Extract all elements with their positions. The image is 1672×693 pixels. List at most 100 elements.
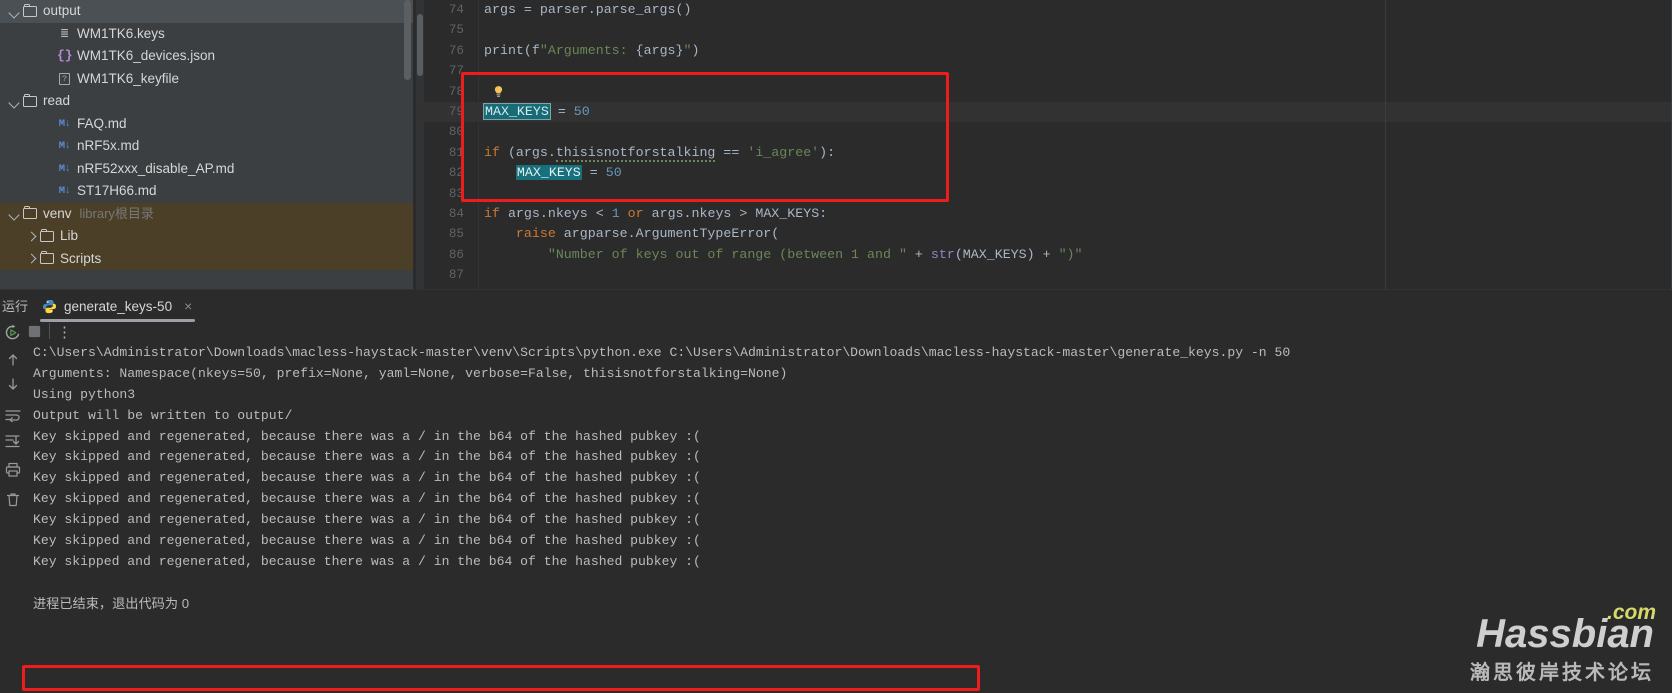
tree-item-label: Lib bbox=[60, 228, 79, 243]
line-number: 87 bbox=[448, 268, 464, 283]
line-number: 75 bbox=[448, 23, 464, 38]
markdown-file-icon: M↓ bbox=[58, 185, 71, 197]
tree-item-nrf52xxx-disable-ap-md[interactable]: M↓ nRF52xxx_disable_AP.md bbox=[0, 158, 413, 181]
tree-item-note: library根目录 bbox=[79, 205, 154, 221]
python-icon bbox=[42, 299, 57, 314]
line-number: 83 bbox=[448, 186, 464, 201]
folder-icon bbox=[23, 206, 37, 220]
console-line: Arguments: Namespace(nkeys=50, prefix=No… bbox=[33, 365, 788, 381]
code-line-86[interactable]: 86 "Number of keys out of range (between… bbox=[416, 245, 1672, 265]
line-code: print(f"Arguments: {args}") bbox=[484, 42, 700, 58]
chevron-down-icon[interactable] bbox=[8, 5, 21, 18]
console-line: C:\Users\Administrator\Downloads\macless… bbox=[33, 345, 1291, 360]
project-tree-rows: output ≣ WM1TK6.keys {} WM1TK6_devices.json?… bbox=[0, 0, 413, 270]
lightbulb-icon[interactable] bbox=[492, 85, 505, 98]
console-line: Key skipped and regenerated, because the… bbox=[33, 428, 701, 444]
soft-wrap-icon[interactable] bbox=[4, 406, 22, 424]
chevron-right-icon[interactable] bbox=[25, 230, 38, 243]
tree-item-wm1tk6-keys[interactable]: ≣ WM1TK6.keys bbox=[0, 23, 413, 46]
project-tree-scrollbar[interactable] bbox=[404, 0, 411, 80]
markdown-file-icon: M↓ bbox=[58, 117, 71, 130]
code-line-87[interactable]: 87 bbox=[416, 265, 1672, 285]
rerun-icon[interactable] bbox=[4, 324, 21, 341]
run-tab-generate-keys[interactable]: generate_keys-50 × bbox=[36, 292, 200, 320]
folder-icon bbox=[40, 228, 54, 242]
print-icon[interactable] bbox=[4, 461, 22, 479]
editor-split-area: output ≣ WM1TK6.keys {} WM1TK6_devices.json?… bbox=[0, 0, 1672, 289]
run-toolbar: ⋮ bbox=[0, 321, 1672, 343]
code-lines: 74 args = parser.parse_args() 75 76 print(f"… bbox=[416, 0, 1672, 285]
tree-item-label: WM1TK6_devices.json bbox=[77, 48, 216, 63]
tree-item-label: Scripts bbox=[60, 250, 102, 266]
scroll-to-end-icon[interactable] bbox=[4, 432, 22, 450]
line-code: "Number of keys out of range (between 1 … bbox=[547, 246, 1083, 262]
code-line-83[interactable]: 83 bbox=[416, 184, 1672, 204]
markdown-file-icon: M↓ bbox=[58, 162, 71, 175]
trash-icon[interactable] bbox=[4, 491, 22, 509]
tree-item-st17h66-md[interactable]: M↓ ST17H66.md bbox=[0, 180, 413, 203]
code-line-77[interactable]: 77 bbox=[416, 61, 1672, 81]
chevron-down-icon[interactable] bbox=[8, 207, 21, 220]
tree-item-wm1tk6-keyfile[interactable]: ? WM1TK6_keyfile bbox=[0, 68, 413, 91]
identifier-max-keys: MAX_KEYS bbox=[515, 165, 582, 181]
console-line: Key skipped and regenerated, because the… bbox=[33, 449, 701, 465]
code-line-79[interactable]: 79 MAX_KEYS = 50 bbox=[416, 101, 1672, 123]
code-line-76[interactable]: 76 print(f"Arguments: {args}") bbox=[416, 41, 1672, 61]
tree-item-label: read bbox=[43, 93, 71, 108]
tree-item-label: nRF52xxx_disable_AP.md bbox=[77, 160, 235, 176]
folder-icon bbox=[23, 3, 37, 17]
line-code: MAX_KEYS = 50 bbox=[515, 165, 622, 181]
horizontal-splitter[interactable] bbox=[0, 289, 1672, 290]
folder-icon bbox=[40, 251, 54, 265]
tree-item-read[interactable]: read bbox=[0, 90, 413, 113]
tree-item-label: WM1TK6.keys bbox=[77, 25, 165, 41]
chevron-down-icon[interactable] bbox=[8, 95, 21, 108]
console-lines: C:\Users\Administrator\Downloads\macless… bbox=[26, 343, 1672, 615]
code-line-85[interactable]: 85 raise argparse.ArgumentTypeError( bbox=[416, 224, 1672, 244]
code-line-78[interactable]: 78 bbox=[416, 82, 1672, 102]
code-line-74[interactable]: 74 args = parser.parse_args() bbox=[416, 0, 1672, 20]
tree-item-venv[interactable]: venv library根目录 bbox=[0, 202, 413, 225]
down-arrow-icon[interactable] bbox=[4, 375, 22, 393]
tree-item-output[interactable]: output bbox=[0, 0, 413, 23]
tree-item-label: nRF5x.md bbox=[77, 138, 140, 153]
chevron-right-icon[interactable] bbox=[25, 252, 38, 265]
console-line: Key skipped and regenerated, because the… bbox=[33, 533, 701, 549]
code-editor[interactable]: 74 args = parser.parse_args() 75 76 print(f"… bbox=[416, 0, 1672, 289]
tree-item-label: venv bbox=[43, 205, 72, 221]
more-options-icon[interactable]: ⋮ bbox=[56, 324, 73, 341]
console-side-rail bbox=[0, 349, 26, 579]
toolbar-separator bbox=[49, 323, 50, 339]
json-file-icon: {} bbox=[57, 48, 73, 63]
run-tab-bar: generate_keys-50 × bbox=[36, 291, 200, 321]
code-line-75[interactable]: 75 bbox=[416, 20, 1672, 40]
code-line-82[interactable]: 82 MAX_KEYS = 50 bbox=[416, 163, 1672, 183]
console-output[interactable]: C:\Users\Administrator\Downloads\macless… bbox=[26, 343, 1672, 693]
tree-item-wm1tk6-devices-json[interactable]: {} WM1TK6_devices.json bbox=[0, 45, 413, 68]
stop-icon[interactable] bbox=[27, 324, 44, 341]
tree-item-scripts[interactable]: Scripts bbox=[0, 247, 413, 270]
run-tool-window-label[interactable]: 运行 bbox=[0, 293, 30, 321]
line-code: raise argparse.ArgumentTypeError( bbox=[515, 226, 780, 242]
tree-item-nrf5x-md[interactable]: M↓ nRF5x.md bbox=[0, 135, 413, 158]
project-tree-panel[interactable]: output ≣ WM1TK6.keys {} WM1TK6_devices.json?… bbox=[0, 0, 413, 289]
line-number: 79 bbox=[448, 104, 464, 119]
tree-item-label: WM1TK6_keyfile bbox=[77, 70, 180, 86]
up-arrow-icon[interactable] bbox=[4, 351, 22, 369]
code-line-81[interactable]: 81 if (args.thisisnotforstalking == 'i_ag… bbox=[416, 143, 1672, 163]
close-icon[interactable]: × bbox=[184, 299, 192, 313]
console-line: Using python3 bbox=[33, 386, 136, 402]
tree-item-lib[interactable]: Lib bbox=[0, 225, 413, 248]
line-code: args = parser.parse_args() bbox=[484, 2, 692, 17]
tree-item-faq-md[interactable]: M↓ FAQ.md bbox=[0, 113, 413, 136]
folder-icon bbox=[23, 93, 37, 107]
line-number: 77 bbox=[448, 64, 464, 79]
identifier-max-keys: MAX_KEYS bbox=[483, 102, 551, 120]
code-line-84[interactable]: 84 if args.nkeys < 1 or args.nkeys > MAX_… bbox=[416, 204, 1672, 224]
line-number: 78 bbox=[448, 84, 464, 99]
code-line-80[interactable]: 80 bbox=[416, 122, 1672, 142]
